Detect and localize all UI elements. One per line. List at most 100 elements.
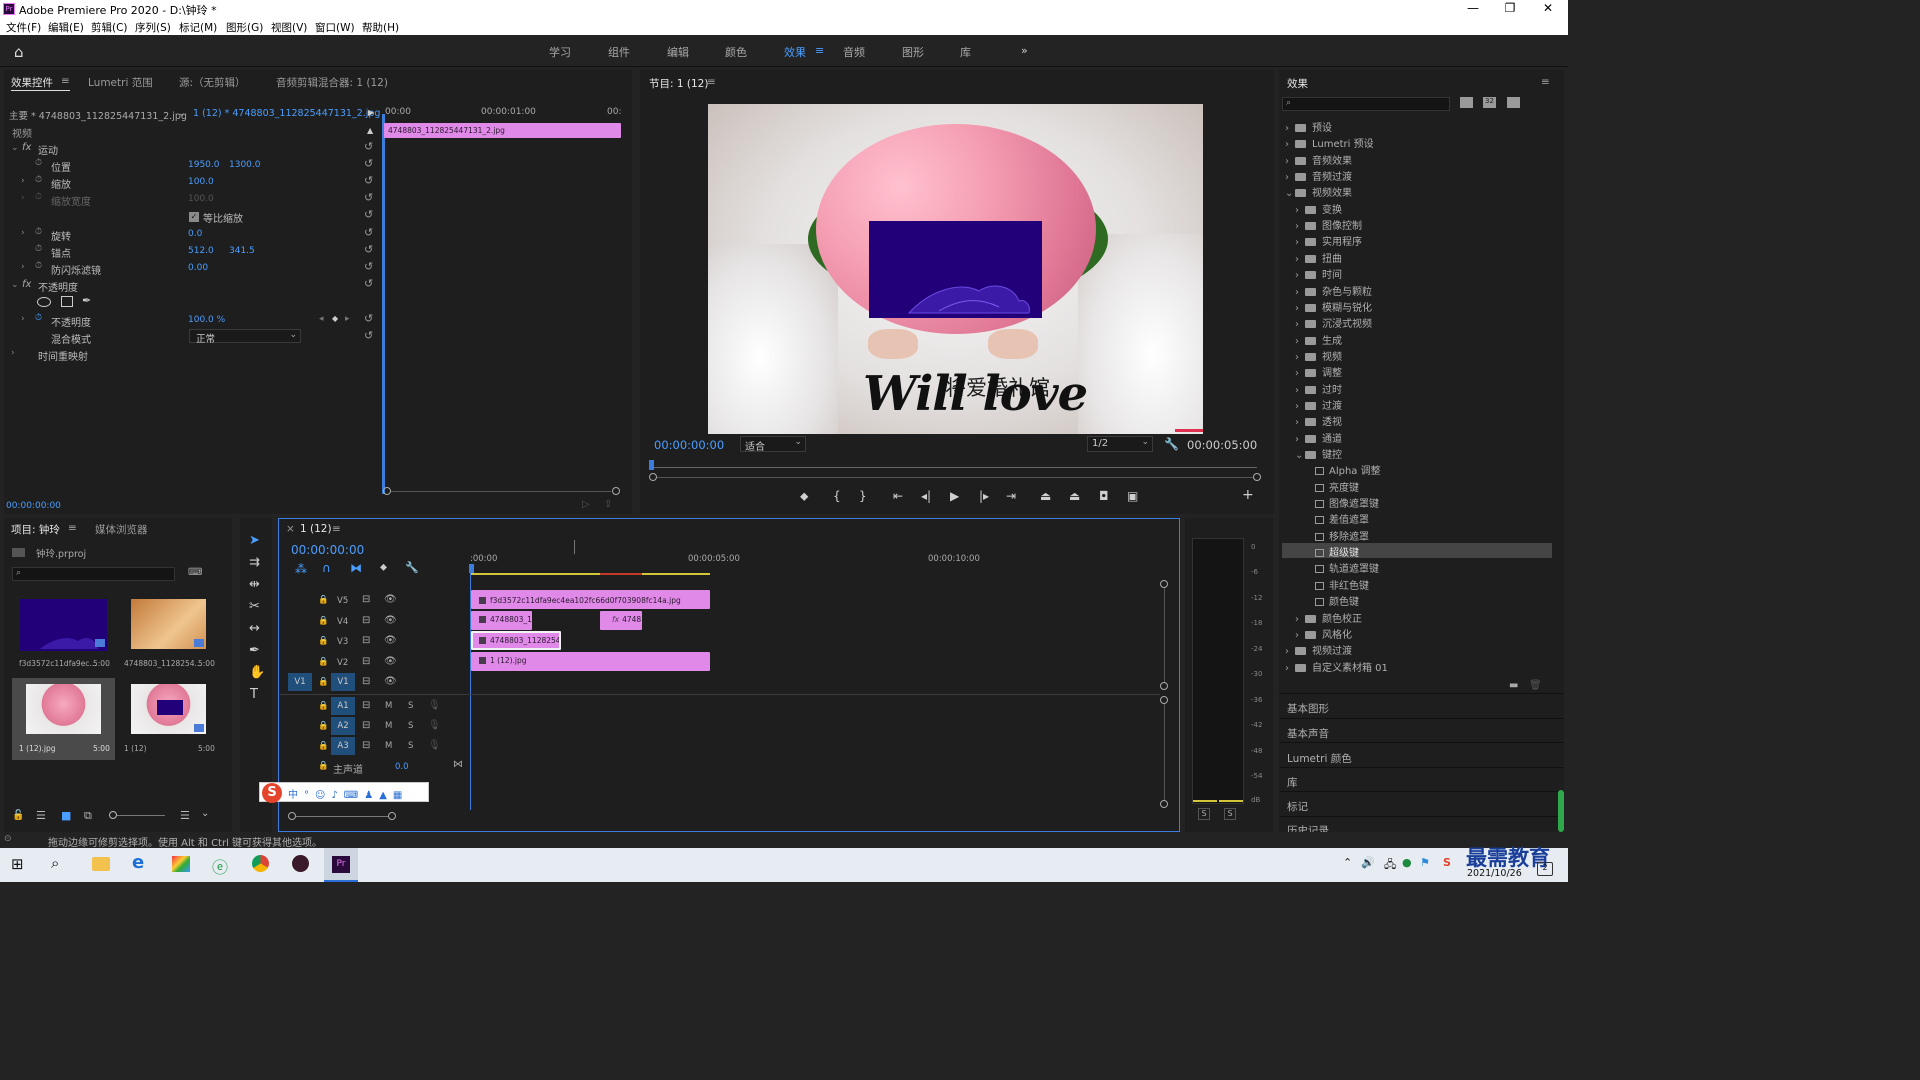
sync-v5-icon[interactable]: ⊟ [362, 594, 370, 605]
voiceover-a3-icon[interactable]: 🎙 [428, 740, 441, 751]
mark-out-icon[interactable]: } [859, 489, 867, 503]
chevron-right-icon[interactable]: › [1285, 123, 1295, 134]
ellipse-mask-icon[interactable] [37, 297, 51, 307]
ec-playhead[interactable] [382, 114, 385, 494]
a-scroll-top[interactable] [1160, 696, 1168, 704]
clip-v3-selected[interactable]: 4748803_1128254 [471, 631, 561, 650]
rotation-value[interactable]: 0.0 [188, 229, 202, 239]
solo-a2[interactable]: S [408, 721, 413, 731]
effect-folder-item[interactable]: ⌄ 视频效果 [1285, 184, 1352, 199]
windows-start-icon[interactable]: ⊞ [11, 855, 24, 873]
stopwatch-flicker-icon[interactable]: ⏱ [35, 261, 42, 271]
effect-folder-item[interactable]: › 风格化 [1295, 626, 1352, 641]
ec-scroll-right-handle[interactable] [612, 487, 620, 495]
sync-v1-icon[interactable]: ⊟ [362, 676, 370, 687]
browser-360-icon[interactable]: ⓔ [212, 854, 228, 878]
lock-v4-icon[interactable]: 🔒 [318, 616, 329, 626]
project-item-3[interactable]: 1 (12).jpg 5:00 [12, 678, 115, 760]
filter-keyframes-icon[interactable]: ▷ [582, 499, 590, 510]
nest-sequence-icon[interactable]: ⁂ [295, 562, 307, 576]
chevron-down-icon[interactable]: ⌄ [1285, 188, 1295, 199]
track-a1[interactable]: A1 [331, 697, 355, 715]
workspace-graphics[interactable]: 图形 [902, 44, 924, 60]
mark-in-icon[interactable]: { [833, 489, 841, 503]
lock-a1-icon[interactable]: 🔒 [318, 701, 329, 711]
chevron-right-icon[interactable]: › [1285, 156, 1295, 167]
effect-folder-item[interactable]: › 生成 [1295, 332, 1342, 347]
camera-export-frame-icon[interactable]: ◘ [1099, 489, 1109, 503]
chevron-right-icon[interactable]: › [1285, 139, 1295, 150]
mute-a1[interactable]: M [385, 701, 392, 711]
track-v1[interactable]: V1 [331, 673, 355, 691]
stopwatch-rotation-icon[interactable]: ⏱ [35, 227, 42, 237]
add-keyframe-icon[interactable]: ◆ [332, 314, 338, 323]
chevron-right-icon[interactable]: › [1285, 172, 1295, 183]
effect-folder-item[interactable]: › 音频效果 [1285, 152, 1352, 167]
effect-item[interactable]: 超级键 [1305, 544, 1359, 559]
dropdown-chevron-icon[interactable]: ⌄ [178, 108, 186, 119]
effect-folder-item[interactable]: › 透视 [1295, 413, 1342, 428]
panel-lumetri-color[interactable]: Lumetri 颜色 [1287, 751, 1352, 766]
position-y-value[interactable]: 1300.0 [229, 160, 261, 170]
panel-essential-graphics[interactable]: 基本图形 [1287, 701, 1329, 716]
clip-v4-a[interactable]: 4748803_1 [471, 611, 532, 630]
effect-item[interactable]: 非红色键 [1305, 577, 1369, 592]
fx-opacity-icon[interactable]: fx [22, 279, 31, 290]
new-custom-bin-icon[interactable]: ▬ [1509, 680, 1518, 691]
right-scroll-indicator[interactable] [1558, 790, 1564, 832]
panel-markers[interactable]: 标记 [1287, 799, 1308, 814]
chevron-right-icon[interactable]: › [1295, 352, 1305, 363]
eye-v2-icon[interactable]: 👁 [384, 656, 397, 667]
clip-v5[interactable]: f3d3572c11dfa9ec4ea102fc66d0f703908fc14a… [471, 590, 710, 609]
track-a3[interactable]: A3 [331, 737, 355, 755]
new-bin-search-icon[interactable]: ⌨ [188, 567, 202, 578]
chevron-right-icon[interactable]: › [1295, 221, 1305, 232]
opacity-value[interactable]: 100.0 % [188, 315, 225, 325]
effects-search-input[interactable]: ⌕ [1282, 97, 1450, 111]
collapse-up-icon[interactable]: ▲ [367, 126, 373, 135]
chevron-right-icon[interactable]: › [1295, 237, 1305, 248]
zoom-slider-handle[interactable] [109, 811, 117, 819]
chrome-icon[interactable] [252, 855, 269, 872]
effect-folder-item[interactable]: › 视频过渡 [1285, 642, 1352, 657]
timeline-settings-icon[interactable]: 🔧 [405, 561, 419, 574]
effect-folder-item[interactable]: › 通道 [1295, 430, 1342, 445]
effect-folder-item[interactable]: › 视频 [1295, 348, 1342, 363]
home-icon[interactable]: ⌂ [14, 43, 24, 61]
minimize-icon[interactable]: — [1458, 1, 1488, 15]
lock-master-icon[interactable]: 🔒 [318, 761, 329, 771]
effect-item[interactable]: 亮度键 [1305, 479, 1359, 494]
workspace-color[interactable]: 颜色 [725, 44, 747, 60]
source-patch-v1[interactable]: V1 [288, 673, 312, 691]
lock-a3-icon[interactable]: 🔒 [318, 741, 329, 751]
solo-a1[interactable]: S [408, 701, 413, 711]
eye-v4-icon[interactable]: 👁 [384, 615, 397, 626]
anchor-x-value[interactable]: 512.0 [188, 246, 214, 256]
eye-v3-icon[interactable]: 👁 [384, 635, 397, 646]
reset-scale-icon[interactable]: ↺ [364, 174, 373, 187]
sequence-clip-label[interactable]: 1 (12) * 4748803_112825447131_2.jpg [193, 108, 380, 119]
effect-item[interactable]: 颜色键 [1305, 593, 1359, 608]
workspace-assembly[interactable]: 组件 [608, 44, 630, 60]
sequence-menu-icon[interactable]: ≡ [332, 523, 341, 535]
chevron-right-icon[interactable]: › [1295, 434, 1305, 445]
close-sequence-icon[interactable]: × [286, 523, 295, 535]
reset-rotation-icon[interactable]: ↺ [364, 226, 373, 239]
reset-opacity-group-icon[interactable]: ↺ [364, 277, 373, 290]
chevron-right-icon[interactable]: › [1295, 270, 1305, 281]
chevron-right-icon[interactable]: › [1285, 646, 1295, 657]
comparison-view-icon[interactable]: ▣ [1127, 489, 1138, 503]
menu-view[interactable]: 视图(V) [271, 20, 307, 35]
project-menu-icon[interactable]: ≡ [68, 522, 77, 534]
rectangle-mask-icon[interactable] [61, 296, 73, 307]
ripple-edit-tool-icon[interactable]: ⇹ [249, 577, 260, 593]
menu-sequence[interactable]: 序列(S) [135, 20, 171, 35]
button-editor-plus-icon[interactable]: + [1242, 487, 1254, 503]
fx-motion-icon[interactable]: fx [22, 142, 31, 153]
chevron-right-icon[interactable]: › [1295, 303, 1305, 314]
project-item-2[interactable]: 4748803_1128254... 5:00 [117, 595, 220, 673]
lock-v5-icon[interactable]: 🔒 [318, 595, 329, 605]
effect-folder-item[interactable]: › 模糊与锐化 [1295, 299, 1372, 314]
resolution-select[interactable]: 1/2 ⌄ [1087, 436, 1153, 452]
workspace-learn[interactable]: 学习 [549, 44, 571, 60]
